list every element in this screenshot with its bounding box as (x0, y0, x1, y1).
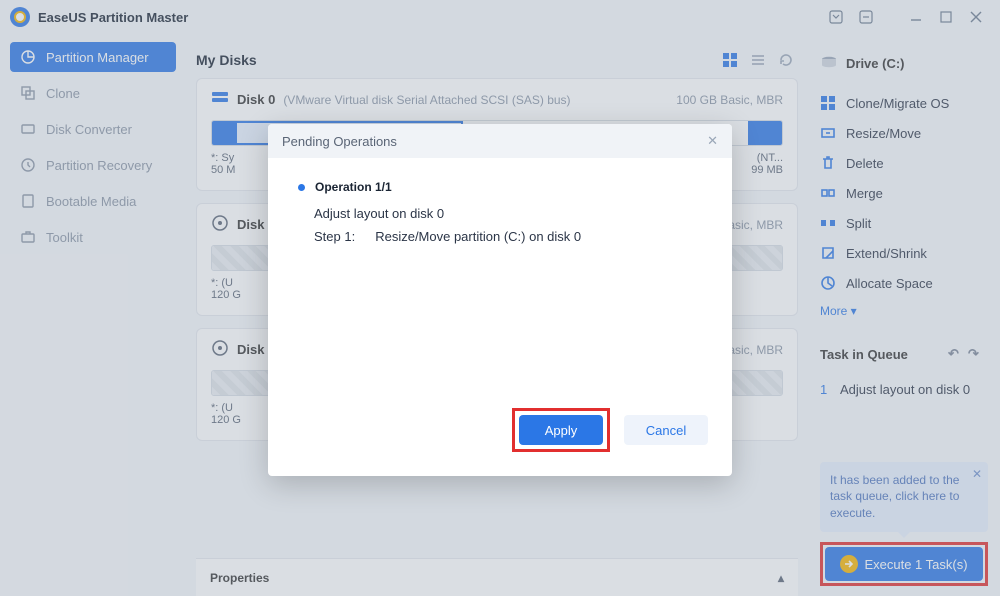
disk-name: Disk (237, 217, 264, 232)
more-link[interactable]: More ▾ (820, 304, 988, 318)
partition-label: *: (U 120 G (211, 277, 331, 301)
partition-bar[interactable] (211, 370, 783, 396)
app-logo-icon (10, 7, 30, 27)
toolkit-icon (20, 229, 36, 245)
help-icon[interactable] (822, 5, 850, 29)
sidebar-item-label: Disk Converter (46, 122, 132, 137)
op-resize[interactable]: Resize/Move (820, 118, 988, 148)
resize-icon (820, 125, 836, 141)
execute-button[interactable]: Execute 1 Task(s) (825, 547, 983, 581)
queue-title: Task in Queue (820, 347, 908, 362)
recovery-icon (20, 157, 36, 173)
selected-drive: Drive (C:) (820, 54, 988, 72)
undo-icon[interactable]: ↶ (948, 346, 968, 362)
chevron-up-icon: ▴ (778, 571, 784, 585)
partition-label: *: Sy 50 M (211, 152, 331, 176)
sidebar-item-label: Bootable Media (46, 194, 136, 209)
main-panel: My Disks Disk 0 (VMware Virtual disk Ser… (186, 34, 808, 596)
merge-icon (820, 185, 836, 201)
close-icon[interactable] (962, 5, 990, 29)
hdd-icon (211, 89, 229, 110)
disk-summary: asic, MBR (728, 343, 783, 357)
disk-summary: 100 GB Basic, MBR (676, 93, 783, 107)
sidebar: Partition Manager Clone Disk Converter P… (0, 34, 186, 596)
settings-icon[interactable] (852, 5, 880, 29)
op-delete[interactable]: Delete (820, 148, 988, 178)
split-icon (820, 215, 836, 231)
titlebar: EaseUS Partition Master (0, 0, 1000, 34)
list-view-icon[interactable] (746, 48, 770, 72)
legend-unalloc-icon (493, 454, 505, 466)
extend-icon (820, 245, 836, 261)
op-merge[interactable]: Merge (820, 178, 988, 208)
properties-label: Properties (210, 571, 269, 585)
bootable-icon (20, 193, 36, 209)
disk-converter-icon (20, 121, 36, 137)
op-clone[interactable]: Clone/Migrate OS (820, 88, 988, 118)
redo-icon[interactable]: ↷ (968, 346, 988, 362)
partition-label: (NT... 99 MB (663, 152, 783, 176)
legend-primary-icon (422, 454, 434, 466)
execute-highlight: Execute 1 Task(s) (820, 542, 988, 586)
right-panel: Drive (C:) Clone/Migrate OS Resize/Move … (808, 34, 1000, 596)
execute-play-icon (840, 555, 858, 573)
disk-card-1[interactable]: Disk asic, MBR *: (U 120 G (196, 203, 798, 316)
partition-unallocated[interactable] (212, 246, 782, 270)
tooltip-close-icon[interactable]: ✕ (972, 466, 982, 483)
sidebar-item-label: Partition Manager (46, 50, 149, 65)
windows-icon (820, 95, 836, 111)
op-extend[interactable]: Extend/Shrink (820, 238, 988, 268)
hdd-icon (211, 214, 229, 235)
partition-unallocated[interactable] (212, 371, 782, 395)
grid-view-icon[interactable] (718, 48, 742, 72)
sidebar-item-label: Partition Recovery (46, 158, 152, 173)
sidebar-item-clone[interactable]: Clone (10, 78, 176, 108)
app-title: EaseUS Partition Master (38, 10, 188, 25)
sidebar-item-disk-converter[interactable]: Disk Converter (10, 114, 176, 144)
minimize-icon[interactable] (902, 5, 930, 29)
hdd-icon (211, 339, 229, 360)
partition-c-selected[interactable] (235, 121, 463, 145)
main-title: My Disks (196, 52, 257, 68)
op-allocate[interactable]: Allocate Space (820, 268, 988, 298)
partition-sys[interactable] (212, 121, 235, 145)
partition-unused[interactable] (463, 121, 748, 145)
partition-bar[interactable] (211, 245, 783, 271)
disk-name: Disk 0 (237, 92, 275, 107)
sidebar-item-toolkit[interactable]: Toolkit (10, 222, 176, 252)
sidebar-item-label: Toolkit (46, 230, 83, 245)
disk-card-0[interactable]: Disk 0 (VMware Virtual disk Serial Attac… (196, 78, 798, 191)
allocate-icon (820, 275, 836, 291)
op-split[interactable]: Split (820, 208, 988, 238)
sidebar-item-partition-manager[interactable]: Partition Manager (10, 42, 176, 72)
trash-icon (820, 155, 836, 171)
disk-name: Disk (237, 342, 264, 357)
drive-icon (820, 54, 838, 72)
queue-tooltip: It has been added to the task queue, cli… (820, 462, 988, 532)
partition-label: *: (U 120 G (211, 402, 331, 426)
refresh-icon[interactable] (774, 48, 798, 72)
maximize-icon[interactable] (932, 5, 960, 29)
clone-icon (20, 85, 36, 101)
sidebar-item-bootable-media[interactable]: Bootable Media (10, 186, 176, 216)
sidebar-item-label: Clone (46, 86, 80, 101)
disk-meta: (VMware Virtual disk Serial Attached SCS… (283, 93, 570, 107)
partition-bar[interactable] (211, 120, 783, 146)
sidebar-item-partition-recovery[interactable]: Partition Recovery (10, 150, 176, 180)
partition-nt[interactable] (748, 121, 782, 145)
disk-summary: asic, MBR (728, 218, 783, 232)
disk-card-2[interactable]: Disk asic, MBR *: (U 120 G (196, 328, 798, 441)
legend: Primary Unallocated (196, 453, 798, 467)
properties-bar[interactable]: Properties ▴ (196, 558, 798, 596)
pie-icon (20, 49, 36, 65)
queue-item[interactable]: 1 Adjust layout on disk 0 (820, 382, 988, 397)
